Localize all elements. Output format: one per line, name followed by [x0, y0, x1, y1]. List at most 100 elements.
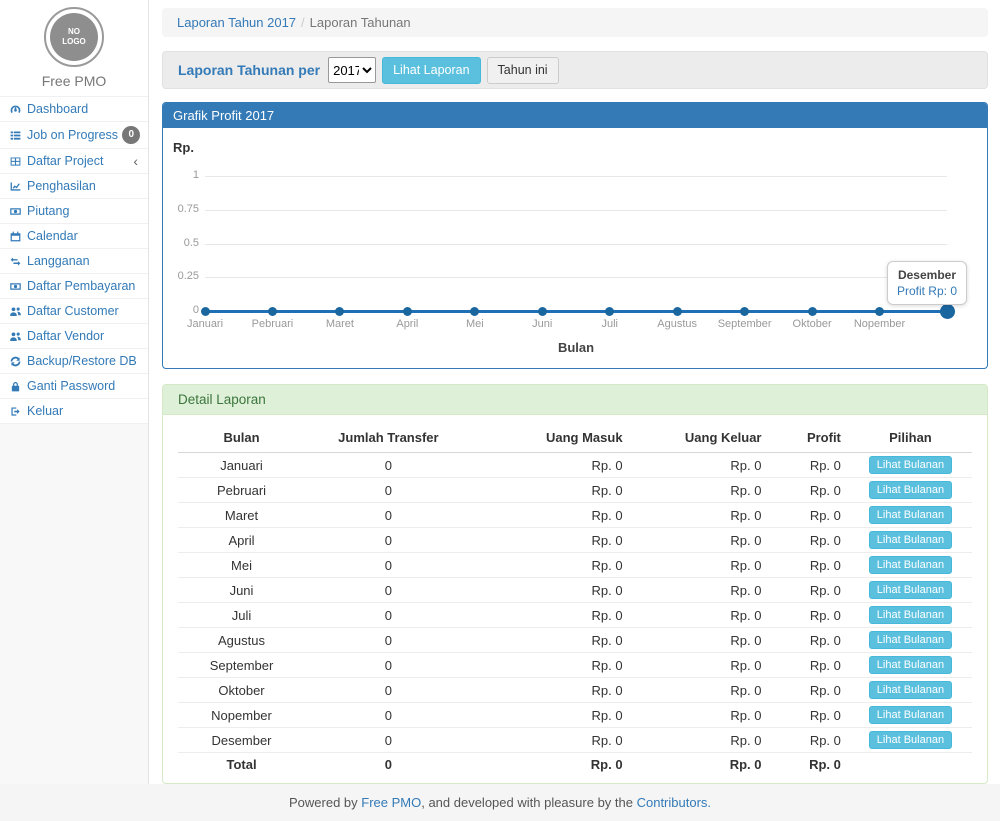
cell-profit: Rp. 0	[770, 578, 849, 603]
table-row: Oktober 0 Rp. 0 Rp. 0 Rp. 0 Lihat Bulana…	[178, 678, 972, 703]
chart-point-mei[interactable]	[470, 307, 479, 316]
sidebar-item-backup-restore-db[interactable]: Backup/Restore DB	[0, 348, 148, 373]
brand-name: Free PMO	[0, 73, 148, 89]
cell-bulan: Juli	[178, 603, 305, 628]
cell-uang-masuk: Rp. 0	[472, 528, 631, 553]
chart-point-desember[interactable]	[940, 304, 955, 319]
total-uang-keluar: Rp. 0	[631, 753, 770, 777]
cell-uang-keluar: Rp. 0	[631, 653, 770, 678]
cell-uang-masuk: Rp. 0	[472, 728, 631, 753]
table-row: Mei 0 Rp. 0 Rp. 0 Rp. 0 Lihat Bulanan	[178, 553, 972, 578]
sidebar-item-langganan[interactable]: Langganan	[0, 248, 148, 273]
lihat-bulanan-button[interactable]: Lihat Bulanan	[869, 556, 952, 574]
cell-profit: Rp. 0	[770, 478, 849, 503]
gridline	[205, 176, 947, 177]
gridline	[205, 210, 947, 211]
year-select[interactable]: 2017	[328, 57, 376, 83]
money-icon	[7, 280, 23, 293]
retweet-icon	[7, 255, 23, 268]
footer-link-contributors[interactable]: Contributors.	[637, 795, 711, 810]
sidebar-item-ganti-password[interactable]: Ganti Password	[0, 373, 148, 398]
tahun-ini-button[interactable]: Tahun ini	[487, 57, 559, 84]
profit-series-line	[205, 310, 947, 313]
column-header-uang-masuk: Uang Masuk	[472, 423, 631, 453]
chart-point-april[interactable]	[403, 307, 412, 316]
tooltip-value: Profit Rp: 0	[897, 283, 957, 299]
lihat-laporan-button[interactable]: Lihat Laporan	[382, 57, 480, 84]
cell-uang-keluar: Rp. 0	[631, 478, 770, 503]
column-header-jumlah-transfer: Jumlah Transfer	[305, 423, 472, 453]
lihat-bulanan-button[interactable]: Lihat Bulanan	[869, 656, 952, 674]
cell-bulan: Maret	[178, 503, 305, 528]
cell-bulan: Oktober	[178, 678, 305, 703]
x-tick-label: Oktober	[793, 318, 832, 330]
table-row: Agustus 0 Rp. 0 Rp. 0 Rp. 0 Lihat Bulana…	[178, 628, 972, 653]
cell-profit: Rp. 0	[770, 703, 849, 728]
sidebar-item-dashboard[interactable]: Dashboard	[0, 96, 148, 121]
lihat-bulanan-button[interactable]: Lihat Bulanan	[869, 581, 952, 599]
report-toolbar: Laporan Tahunan per 2017 Lihat Laporan T…	[162, 51, 988, 89]
chart-point-juli[interactable]	[605, 307, 614, 316]
footer-link-free-pmo[interactable]: Free PMO	[361, 795, 421, 810]
x-tick-label: September	[718, 318, 772, 330]
gridline	[205, 244, 947, 245]
chart-point-juni[interactable]	[538, 307, 547, 316]
tasks-icon	[7, 129, 23, 142]
sidebar-item-calendar[interactable]: Calendar	[0, 223, 148, 248]
cell-uang-masuk: Rp. 0	[472, 628, 631, 653]
cell-profit: Rp. 0	[770, 453, 849, 478]
cell-uang-keluar: Rp. 0	[631, 453, 770, 478]
cell-jumlah-transfer: 0	[305, 503, 472, 528]
cell-bulan: Juni	[178, 578, 305, 603]
chart-point-januari[interactable]	[201, 307, 210, 316]
breadcrumb: Laporan Tahun 2017/Laporan Tahunan	[162, 8, 988, 37]
breadcrumb-link-laporan-tahun[interactable]: Laporan Tahun 2017	[177, 15, 296, 30]
cell-jumlah-transfer: 0	[305, 578, 472, 603]
sidebar-item-daftar-pembayaran[interactable]: Daftar Pembayaran	[0, 273, 148, 298]
cell-uang-keluar: Rp. 0	[631, 628, 770, 653]
chart-point-maret[interactable]	[335, 307, 344, 316]
chart-point-nopember[interactable]	[875, 307, 884, 316]
sidebar-item-daftar-project[interactable]: Daftar Project ‹	[0, 148, 148, 173]
cell-uang-keluar: Rp. 0	[631, 603, 770, 628]
sidebar-item-daftar-customer[interactable]: Daftar Customer	[0, 298, 148, 323]
chart-point-oktober[interactable]	[808, 307, 817, 316]
sidebar-item-job-on-progress[interactable]: Job on Progress 0	[0, 121, 148, 148]
cell-uang-keluar: Rp. 0	[631, 503, 770, 528]
chart-point-pebruari[interactable]	[268, 307, 277, 316]
cell-jumlah-transfer: 0	[305, 678, 472, 703]
lock-icon	[7, 380, 23, 393]
lihat-bulanan-button[interactable]: Lihat Bulanan	[869, 731, 952, 749]
sidebar-item-keluar[interactable]: Keluar	[0, 398, 148, 424]
table-row: Nopember 0 Rp. 0 Rp. 0 Rp. 0 Lihat Bulan…	[178, 703, 972, 728]
column-header-bulan: Bulan	[178, 423, 305, 453]
cell-jumlah-transfer: 0	[305, 653, 472, 678]
cell-uang-masuk: Rp. 0	[472, 503, 631, 528]
cell-bulan: Desember	[178, 728, 305, 753]
footer-text-middle: , and developed with pleasure by the	[421, 795, 636, 810]
table-row: Maret 0 Rp. 0 Rp. 0 Rp. 0 Lihat Bulanan	[178, 503, 972, 528]
cell-profit: Rp. 0	[770, 553, 849, 578]
main-content: Laporan Tahun 2017/Laporan Tahunan Lapor…	[149, 0, 1000, 784]
cell-bulan: Nopember	[178, 703, 305, 728]
lihat-bulanan-button[interactable]: Lihat Bulanan	[869, 631, 952, 649]
lihat-bulanan-button[interactable]: Lihat Bulanan	[869, 481, 952, 499]
chart-point-september[interactable]	[740, 307, 749, 316]
lihat-bulanan-button[interactable]: Lihat Bulanan	[869, 456, 952, 474]
lihat-bulanan-button[interactable]: Lihat Bulanan	[869, 706, 952, 724]
column-header-pilihan: Pilihan	[849, 423, 972, 453]
cell-jumlah-transfer: 0	[305, 528, 472, 553]
sidebar-item-penghasilan[interactable]: Penghasilan	[0, 173, 148, 198]
chart-point-agustus[interactable]	[673, 307, 682, 316]
sidebar-item-piutang[interactable]: Piutang	[0, 198, 148, 223]
lihat-bulanan-button[interactable]: Lihat Bulanan	[869, 681, 952, 699]
y-tick-label: 0.25	[163, 270, 199, 282]
cell-bulan: Mei	[178, 553, 305, 578]
lihat-bulanan-button[interactable]: Lihat Bulanan	[869, 606, 952, 624]
total-bulan: Total	[178, 753, 305, 777]
cell-uang-keluar: Rp. 0	[631, 528, 770, 553]
sidebar-item-daftar-vendor[interactable]: Daftar Vendor	[0, 323, 148, 348]
lihat-bulanan-button[interactable]: Lihat Bulanan	[869, 531, 952, 549]
cell-jumlah-transfer: 0	[305, 553, 472, 578]
lihat-bulanan-button[interactable]: Lihat Bulanan	[869, 506, 952, 524]
